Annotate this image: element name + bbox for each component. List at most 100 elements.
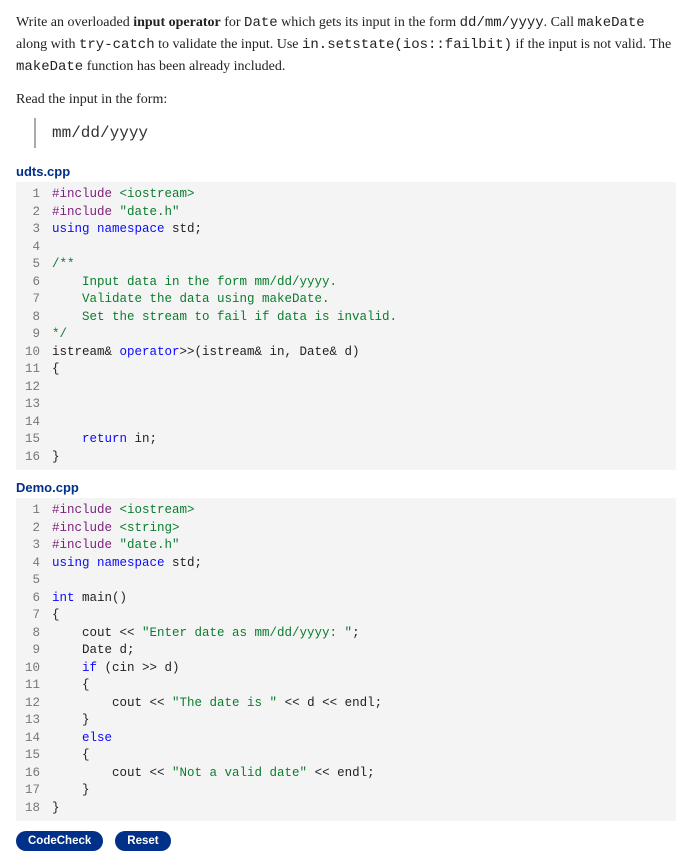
- code-block-udts[interactable]: 1#include <iostream>2#include "date.h"3u…: [16, 182, 676, 470]
- text: Write an overloaded: [16, 15, 133, 30]
- line-number: 13: [16, 396, 52, 414]
- code-line[interactable]: 11{: [16, 361, 676, 379]
- text: function has been already included.: [83, 59, 285, 74]
- line-number: 3: [16, 221, 52, 239]
- code-content: else: [52, 730, 676, 748]
- code-inline: makeDate: [16, 59, 83, 75]
- code-line: 12 cout << "The date is " << d << endl;: [16, 695, 676, 713]
- code-line: 4using namespace std;: [16, 555, 676, 573]
- code-line[interactable]: 14: [16, 414, 676, 432]
- code-content: cout << "Enter date as mm/dd/yyyy: ";: [52, 625, 676, 643]
- line-number: 7: [16, 291, 52, 309]
- line-number: 17: [16, 782, 52, 800]
- code-content: Date d;: [52, 642, 676, 660]
- code-content: #include <string>: [52, 520, 676, 538]
- code-content: cout << "The date is " << d << endl;: [52, 695, 676, 713]
- code-line[interactable]: 10istream& operator>>(istream& in, Date&…: [16, 344, 676, 362]
- line-number: 2: [16, 204, 52, 222]
- line-number: 3: [16, 537, 52, 555]
- line-number: 11: [16, 677, 52, 695]
- button-row: CodeCheck Reset: [16, 831, 676, 851]
- line-number: 4: [16, 555, 52, 573]
- code-line: 1#include <iostream>: [16, 502, 676, 520]
- codecheck-button[interactable]: CodeCheck: [16, 831, 103, 851]
- code-line[interactable]: 5/**: [16, 256, 676, 274]
- code-content: {: [52, 747, 676, 765]
- code-inline: try-catch: [79, 37, 155, 53]
- code-content: Set the stream to fail if data is invali…: [52, 309, 676, 327]
- line-number: 8: [16, 625, 52, 643]
- code-line[interactable]: 8 Set the stream to fail if data is inva…: [16, 309, 676, 327]
- code-line: 15 {: [16, 747, 676, 765]
- code-content: #include <iostream>: [52, 186, 676, 204]
- code-line: 8 cout << "Enter date as mm/dd/yyyy: ";: [16, 625, 676, 643]
- line-number: 2: [16, 520, 52, 538]
- code-line[interactable]: 6 Input data in the form mm/dd/yyyy.: [16, 274, 676, 292]
- filename-udts: udts.cpp: [16, 164, 676, 179]
- problem-statement: Write an overloaded input operator for D…: [16, 12, 676, 78]
- code-content: Input data in the form mm/dd/yyyy.: [52, 274, 676, 292]
- code-content: if (cin >> d): [52, 660, 676, 678]
- code-content: }: [52, 800, 676, 818]
- line-number: 1: [16, 186, 52, 204]
- line-number: 12: [16, 379, 52, 397]
- line-number: 7: [16, 607, 52, 625]
- text: along with: [16, 37, 79, 52]
- code-content: }: [52, 782, 676, 800]
- code-content: {: [52, 607, 676, 625]
- code-line[interactable]: 12: [16, 379, 676, 397]
- code-line: 10 if (cin >> d): [16, 660, 676, 678]
- line-number: 9: [16, 642, 52, 660]
- text: which gets its input in the form: [278, 15, 460, 30]
- line-number: 14: [16, 414, 52, 432]
- code-line[interactable]: 9*/: [16, 326, 676, 344]
- input-format-hint: mm/dd/yyyy: [34, 118, 676, 148]
- code-line[interactable]: 16}: [16, 449, 676, 467]
- code-content: }: [52, 449, 676, 467]
- line-number: 4: [16, 239, 52, 257]
- code-line: 3#include "date.h": [16, 537, 676, 555]
- line-number: 5: [16, 572, 52, 590]
- code-line[interactable]: 4: [16, 239, 676, 257]
- code-inline: makeDate: [578, 15, 645, 31]
- code-line: 6int main(): [16, 590, 676, 608]
- code-content: #include "date.h": [52, 537, 676, 555]
- line-number: 16: [16, 449, 52, 467]
- code-content: using namespace std;: [52, 221, 676, 239]
- code-line[interactable]: 7 Validate the data using makeDate.: [16, 291, 676, 309]
- line-number: 1: [16, 502, 52, 520]
- line-number: 16: [16, 765, 52, 783]
- code-content: [52, 572, 676, 590]
- line-number: 14: [16, 730, 52, 748]
- code-line: 9 Date d;: [16, 642, 676, 660]
- line-number: 6: [16, 274, 52, 292]
- line-number: 5: [16, 256, 52, 274]
- code-line: 2#include <string>: [16, 520, 676, 538]
- code-content: [52, 414, 676, 432]
- code-line[interactable]: 13: [16, 396, 676, 414]
- code-content: {: [52, 677, 676, 695]
- code-content: [52, 379, 676, 397]
- line-number: 10: [16, 660, 52, 678]
- line-number: 12: [16, 695, 52, 713]
- line-number: 10: [16, 344, 52, 362]
- code-line[interactable]: 2#include "date.h": [16, 204, 676, 222]
- code-inline: Date: [244, 15, 278, 31]
- code-line[interactable]: 15 return in;: [16, 431, 676, 449]
- code-inline: in.setstate(ios::failbit): [302, 37, 512, 53]
- text: for: [221, 15, 244, 30]
- code-line: 14 else: [16, 730, 676, 748]
- code-content: #include <iostream>: [52, 502, 676, 520]
- code-content: [52, 239, 676, 257]
- code-block-demo: 1#include <iostream>2#include <string>3#…: [16, 498, 676, 821]
- code-line[interactable]: 3using namespace std;: [16, 221, 676, 239]
- code-content: {: [52, 361, 676, 379]
- code-content: istream& operator>>(istream& in, Date& d…: [52, 344, 676, 362]
- code-inline: dd/mm/yyyy: [460, 15, 544, 31]
- code-line[interactable]: 1#include <iostream>: [16, 186, 676, 204]
- code-content: */: [52, 326, 676, 344]
- code-line: 17 }: [16, 782, 676, 800]
- line-number: 15: [16, 431, 52, 449]
- reset-button[interactable]: Reset: [115, 831, 170, 851]
- code-content: [52, 396, 676, 414]
